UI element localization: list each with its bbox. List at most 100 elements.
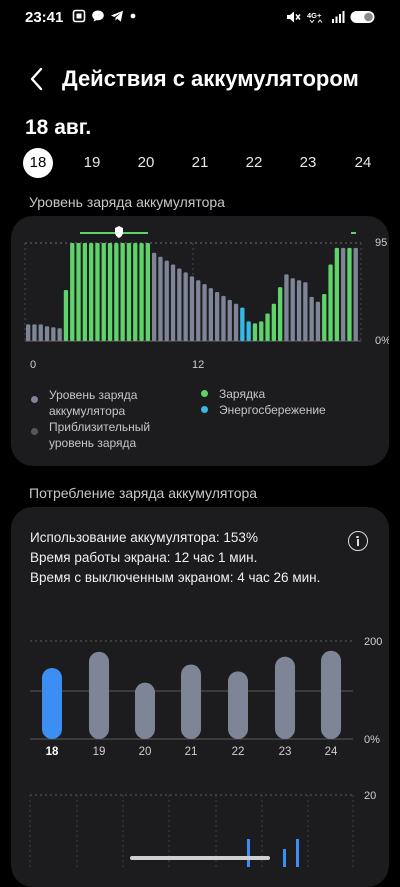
- consumption-chart: 200 0% 18 19 20 21 22 23 24 20: [29, 636, 382, 867]
- dot-icon: [130, 13, 136, 19]
- consumption-x-label: 24: [325, 746, 338, 758]
- level-bar: [139, 243, 144, 341]
- day-selector: 18 19 20 21 22 23 24: [0, 148, 400, 180]
- level-bar: [227, 299, 232, 341]
- cons-y-bottom-label: 0%: [364, 734, 380, 746]
- level-bar: [347, 247, 352, 341]
- day-19[interactable]: 19: [77, 148, 107, 178]
- level-bar: [189, 276, 195, 341]
- legend-level-label: Уровень заряда аккумулятора: [49, 388, 138, 418]
- info-icon[interactable]: [348, 531, 368, 551]
- day-18[interactable]: 18: [23, 148, 53, 178]
- consumption-x-label: 23: [279, 746, 292, 758]
- consumption-x-label: 19: [93, 746, 106, 758]
- level-card: 95 0% 0 12 Уровень заряда аккумулятора П…: [11, 216, 389, 466]
- level-bar: [164, 260, 169, 341]
- lower-bar: [247, 839, 250, 867]
- signal-icon: [332, 11, 345, 23]
- level-bar: [246, 321, 251, 341]
- level-bar: [70, 243, 75, 341]
- consumption-bars: [42, 650, 341, 739]
- level-bar: [271, 303, 276, 341]
- network-4g-icon: 4G+: [307, 11, 323, 24]
- level-bar: [57, 328, 62, 341]
- level-bar: [177, 268, 182, 341]
- legend-saving-dot: [201, 406, 208, 413]
- level-bar: [284, 274, 289, 341]
- level-bar: [170, 264, 176, 341]
- level-bar: [63, 290, 69, 341]
- level-bar: [334, 247, 339, 341]
- level-bar: [328, 264, 333, 341]
- consumption-x-labels: 18 19 20 21 22 23 24: [46, 746, 338, 758]
- consumption-x-label: 22: [232, 746, 245, 758]
- level-bar: [95, 243, 100, 341]
- legend-charging-dot: [201, 390, 208, 397]
- level-bar: [196, 280, 201, 341]
- level-bar: [26, 324, 31, 341]
- level-bar: [202, 284, 207, 341]
- level-bar: [259, 321, 264, 341]
- level-bar: [215, 292, 220, 341]
- level-bar: [303, 282, 308, 341]
- legend-approx-label: Приблизительный уровень заряда: [49, 420, 151, 450]
- protect-shield-icon: [115, 226, 123, 238]
- level-y-bottom-label: 0%: [375, 335, 389, 347]
- level-bar: [322, 293, 327, 341]
- level-bar: [101, 243, 106, 341]
- level-bar: [221, 295, 226, 341]
- consumption-x-label: 21: [185, 746, 198, 758]
- status-right-icons: 4G+: [285, 10, 376, 24]
- level-bar: [82, 243, 87, 341]
- level-bar: [114, 243, 119, 341]
- level-bar: [38, 324, 43, 341]
- consumption-bar[interactable]: [228, 671, 248, 739]
- day-22[interactable]: 22: [239, 148, 269, 178]
- day-23[interactable]: 23: [293, 148, 323, 178]
- level-x-label-0: 0: [30, 359, 36, 371]
- level-bar: [233, 303, 239, 341]
- battery-icon: [350, 11, 375, 23]
- day-20[interactable]: 20: [131, 148, 161, 178]
- day-21[interactable]: 21: [185, 148, 215, 178]
- network-label: 4G+: [307, 11, 322, 20]
- level-bar: [183, 272, 188, 341]
- consumption-section-label: Потребление заряда аккумулятора: [29, 485, 258, 501]
- level-bar: [89, 243, 94, 341]
- date-heading: 18 авг.: [25, 116, 92, 139]
- level-chart: 95 0% 0 12: [24, 226, 389, 371]
- level-bar: [152, 252, 157, 341]
- level-bar: [145, 243, 150, 341]
- page-header: Действия с аккумулятором: [0, 60, 400, 100]
- consumption-bar[interactable]: [275, 656, 295, 739]
- level-bar: [341, 247, 346, 341]
- page-title: Действия с аккумулятором: [62, 66, 359, 91]
- level-bar: [353, 247, 358, 341]
- level-bar: [107, 243, 113, 341]
- mute-icon: [287, 11, 301, 23]
- consumption-bar[interactable]: [181, 664, 201, 739]
- lower-bar: [283, 849, 286, 867]
- day-24[interactable]: 24: [348, 148, 378, 178]
- legend-charging-label: Зарядка: [219, 387, 266, 401]
- lower-bar: [296, 839, 299, 867]
- nav-gesture-handle[interactable]: [130, 856, 270, 860]
- level-bar: [44, 326, 50, 341]
- level-bar: [158, 256, 163, 341]
- level-bar: [315, 301, 321, 341]
- consumption-bar[interactable]: [89, 651, 109, 739]
- level-bar: [133, 243, 138, 341]
- back-arrow-icon[interactable]: [26, 64, 50, 94]
- level-bar: [278, 287, 283, 341]
- level-bar: [252, 323, 258, 341]
- level-bar: [76, 243, 81, 341]
- legend-saving-label: Энергосбережение: [219, 403, 326, 417]
- consumption-bar[interactable]: [321, 650, 341, 739]
- consumption-bar[interactable]: [42, 667, 62, 739]
- level-bar: [51, 327, 56, 341]
- legend-approx-dot: [31, 428, 38, 435]
- consumption-bar[interactable]: [135, 682, 155, 739]
- screenshot-icon: [72, 9, 86, 23]
- level-bar: [290, 278, 295, 341]
- screen-on-time: Время работы экрана: 12 час 1 мин.: [30, 550, 258, 565]
